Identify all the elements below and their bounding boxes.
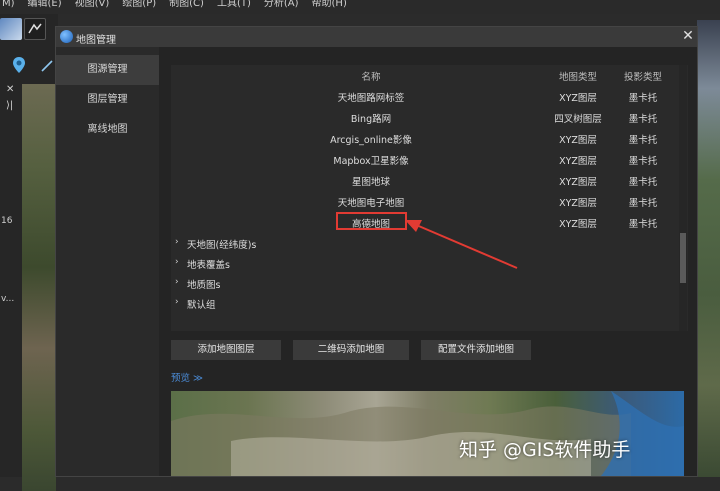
- nav-item-layer-manager[interactable]: 图层管理: [56, 85, 159, 115]
- cell-projection: 墨卡托: [628, 114, 658, 125]
- annotation-arrow-icon: [405, 220, 518, 269]
- column-header-map-type[interactable]: 地图类型: [546, 69, 610, 83]
- menu-item-draw[interactable]: 绘图(P): [122, 0, 156, 14]
- menu-item-cartography[interactable]: 制图(C): [169, 0, 204, 14]
- host-side-label: v...: [1, 294, 15, 304]
- cell-name: 天地图电子地图: [337, 198, 405, 209]
- column-header-name[interactable]: 名称: [271, 69, 471, 83]
- chevron-right-icon[interactable]: ›: [175, 257, 179, 267]
- nav-item-source-manager[interactable]: 图源管理: [56, 55, 159, 85]
- cell-map-type: XYZ图层: [559, 156, 597, 167]
- host-map-view-right[interactable]: [697, 20, 720, 477]
- group-label: 天地图(经纬度)s: [187, 240, 257, 251]
- chevron-right-icon[interactable]: ›: [175, 237, 179, 247]
- cell-map-type: 四叉树图层: [554, 114, 602, 125]
- menu-item-edit[interactable]: 编辑(E): [28, 0, 62, 14]
- map-preview-image: [171, 391, 684, 476]
- nav-item-offline-map[interactable]: 离线地图: [56, 115, 159, 145]
- cell-map-type: XYZ图层: [559, 219, 597, 230]
- cell-map-type: XYZ图层: [559, 135, 597, 146]
- table-scrollbar[interactable]: [679, 65, 687, 331]
- menu-item-tools[interactable]: 工具(T): [217, 0, 251, 14]
- scrollbar-thumb[interactable]: [680, 233, 686, 283]
- cell-projection: 墨卡托: [628, 177, 658, 188]
- watermark-text: 知乎 @GIS软件助手: [459, 439, 631, 461]
- group-label: 地表覆盖s: [187, 260, 230, 271]
- cell-name: Arcgis_online影像: [330, 135, 412, 146]
- config-add-map-button[interactable]: 配置文件添加地图: [421, 340, 531, 360]
- globe-image-icon[interactable]: [0, 18, 22, 40]
- menu-item[interactable]: M): [2, 0, 15, 14]
- panel-close-icon[interactable]: ✕: [6, 84, 14, 95]
- cell-map-type: XYZ图层: [559, 93, 597, 104]
- cell-name: 天地图路网标签: [337, 93, 405, 104]
- menu-item-help[interactable]: 帮助(H): [312, 0, 347, 14]
- add-layer-button[interactable]: 添加地图图层: [171, 340, 281, 360]
- menu-item-view[interactable]: 视图(V): [75, 0, 110, 14]
- layer-tool-icon[interactable]: [24, 18, 46, 40]
- cell-map-type: XYZ图层: [559, 177, 597, 188]
- cell-projection: 墨卡托: [628, 219, 658, 230]
- cell-name: 星图地球: [351, 177, 390, 188]
- chevron-right-icon[interactable]: ›: [175, 277, 179, 287]
- menu-item-analysis[interactable]: 分析(A): [264, 0, 299, 14]
- cell-projection: 墨卡托: [628, 93, 658, 104]
- dialog-title-bar[interactable]: 地图管理 ✕: [56, 27, 697, 47]
- column-header-projection[interactable]: 投影类型: [611, 69, 675, 83]
- cell-map-type: XYZ图层: [559, 198, 597, 209]
- table-row[interactable]: 星图地球 XYZ图层 墨卡托: [171, 169, 676, 190]
- preview-terrain-graphic: [171, 391, 684, 476]
- panel-collapse-icon[interactable]: ⟩|: [6, 100, 13, 111]
- map-source-table: 名称 地图类型 投影类型 天地图路网标签 XYZ图层 墨卡托 Bing路网 四叉…: [171, 65, 688, 331]
- host-side-label: 16: [1, 216, 13, 226]
- table-row[interactable]: Bing路网 四叉树图层 墨卡托: [171, 106, 676, 127]
- table-row[interactable]: 天地图电子地图 XYZ图层 墨卡托: [171, 190, 676, 211]
- preview-toggle[interactable]: 预览 ≫: [171, 370, 203, 384]
- line-tool-icon[interactable]: [40, 58, 54, 72]
- dialog-nav: 图源管理 图层管理 离线地图: [56, 47, 159, 476]
- chevron-right-icon[interactable]: ›: [175, 297, 179, 307]
- map-manager-dialog: 地图管理 ✕ 图源管理 图层管理 离线地图 名称 地图类型 投影类型 天地图路网…: [55, 26, 698, 477]
- table-row[interactable]: Mapbox卫星影像 XYZ图层 墨卡托: [171, 148, 676, 169]
- host-map-view[interactable]: [22, 84, 56, 491]
- cell-projection: 墨卡托: [628, 198, 658, 209]
- cell-name: Mapbox卫星影像: [333, 156, 409, 167]
- qr-add-map-button[interactable]: 二维码添加地图: [293, 340, 409, 360]
- group-label: 地质图s: [187, 280, 221, 291]
- host-left-panel: ✕ ⟩| 16 v...: [0, 14, 58, 491]
- cell-name: Bing路网: [350, 114, 392, 125]
- host-menu-bar: M) 编辑(E) 视图(V) 绘图(P) 制图(C) 工具(T) 分析(A) 帮…: [0, 0, 720, 14]
- dialog-title: 地图管理: [76, 35, 116, 46]
- table-row[interactable]: Arcgis_online影像 XYZ图层 墨卡托: [171, 127, 676, 148]
- app-logo-icon: [60, 30, 73, 43]
- table-row[interactable]: 天地图路网标签 XYZ图层 墨卡托: [171, 85, 676, 106]
- cell-projection: 墨卡托: [628, 135, 658, 146]
- group-label: 默认组: [187, 300, 216, 311]
- group-row[interactable]: › 地质图s: [171, 273, 676, 293]
- group-row[interactable]: › 默认组: [171, 293, 676, 313]
- table-header: 名称 地图类型 投影类型: [171, 65, 688, 83]
- map-pin-icon[interactable]: [12, 56, 26, 74]
- cell-projection: 墨卡托: [628, 156, 658, 167]
- close-button[interactable]: ✕: [680, 28, 696, 44]
